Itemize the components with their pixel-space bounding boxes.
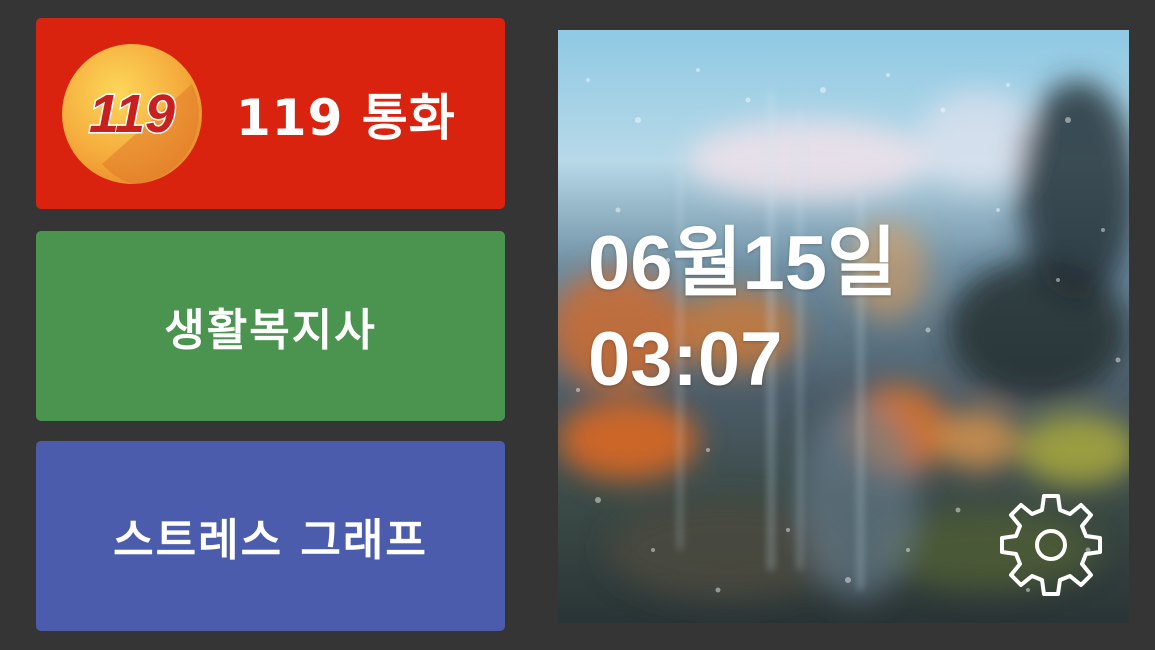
call-119-label: 119 통화 [236, 88, 456, 147]
home-screen: 119 119 통화 생활복지사 스트레스 그래프 06월15일 03:07 [0, 0, 1155, 650]
date-display: 06월15일 [588, 221, 897, 306]
welfare-worker-button[interactable]: 생활복지사 [36, 231, 505, 421]
welfare-worker-label: 생활복지사 [164, 305, 377, 356]
stress-graph-button[interactable]: 스트레스 그래프 [36, 441, 505, 631]
gear-icon[interactable] [996, 490, 1106, 600]
time-display: 03:07 [588, 317, 783, 402]
clock-widget: 06월15일 03:07 [558, 30, 1129, 623]
call-119-button[interactable]: 119 119 통화 [36, 18, 505, 209]
logo-text: 119 [89, 84, 175, 144]
stress-graph-label: 스트레스 그래프 [113, 515, 428, 566]
emergency-119-logo-icon: 119 [62, 44, 202, 184]
